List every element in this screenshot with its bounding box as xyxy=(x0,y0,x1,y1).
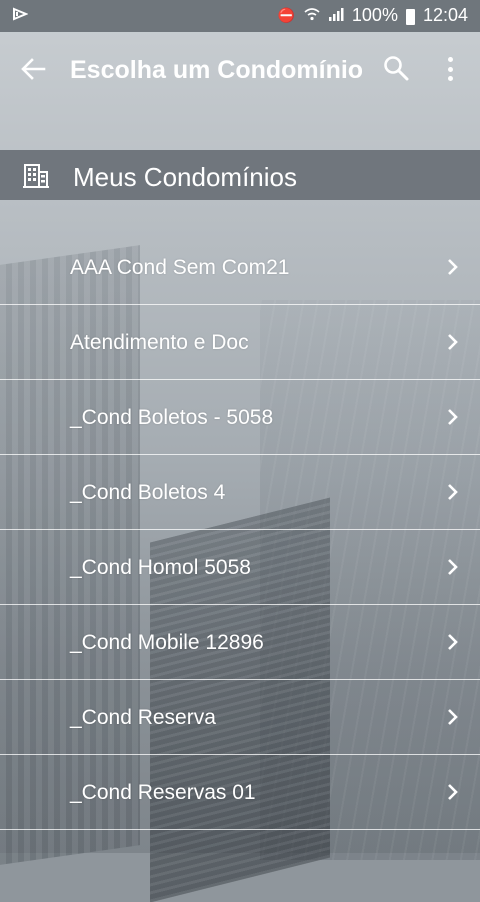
list-item[interactable]: _Cond Mobile 12896 xyxy=(0,605,480,680)
chevron-right-icon xyxy=(446,482,460,502)
list-item-label: Atendimento e Doc xyxy=(70,331,249,354)
status-bar: ⛔ 100% 12:04 xyxy=(0,0,480,32)
list-item-label: _Cond Boletos 4 xyxy=(70,481,226,504)
list-item-label: _Cond Homol 5058 xyxy=(70,556,251,579)
clock: 12:04 xyxy=(422,5,468,25)
section-title: Meus Condomínios xyxy=(73,162,297,192)
chevron-right-icon xyxy=(446,707,460,727)
list-item[interactable]: _Cond Reservas 01 xyxy=(0,755,480,830)
list-item-label: _Cond Reservas 01 xyxy=(70,781,256,804)
list-item[interactable]: _Cond Reserva xyxy=(0,680,480,755)
list-item[interactable]: AAA Cond Sem Com21 xyxy=(0,230,480,305)
signal-icon xyxy=(328,7,344,24)
chevron-right-icon xyxy=(446,782,460,802)
mute-icon: ⛔ xyxy=(277,7,296,23)
status-indicators: ⛔ 100% 12:04 xyxy=(277,5,468,26)
chevron-right-icon xyxy=(446,407,460,427)
list-item-label: AAA Cond Sem Com21 xyxy=(70,256,290,279)
chevron-right-icon xyxy=(446,257,460,277)
battery-icon xyxy=(405,8,415,25)
more-vert-icon[interactable] xyxy=(438,54,462,84)
list-item-label: _Cond Boletos - 5058 xyxy=(70,406,274,429)
list-item-label: _Cond Mobile 12896 xyxy=(70,631,264,654)
chevron-right-icon xyxy=(446,332,460,352)
search-icon[interactable] xyxy=(382,54,410,82)
list-item[interactable]: _Cond Boletos - 5058 xyxy=(0,380,480,455)
section-header: Meus Condomínios xyxy=(0,150,480,200)
list-item[interactable]: _Cond Homol 5058 xyxy=(0,530,480,605)
list-item-label: _Cond Reserva xyxy=(70,706,216,729)
condominio-list: AAA Cond Sem Com21 Atendimento e Doc _Co… xyxy=(0,230,480,830)
chevron-right-icon xyxy=(446,632,460,652)
wifi-icon xyxy=(304,7,320,24)
list-item[interactable]: Atendimento e Doc xyxy=(0,305,480,380)
toolbar: Escolha um Condomínio xyxy=(0,32,480,108)
page-title: Escolha um Condomínio xyxy=(70,56,364,84)
notification-icon xyxy=(12,6,29,27)
chevron-right-icon xyxy=(446,557,460,577)
building-icon xyxy=(22,162,50,190)
list-item[interactable]: _Cond Boletos 4 xyxy=(0,455,480,530)
arrow-left-icon[interactable] xyxy=(18,54,48,84)
battery-percent: 100% xyxy=(351,5,398,25)
